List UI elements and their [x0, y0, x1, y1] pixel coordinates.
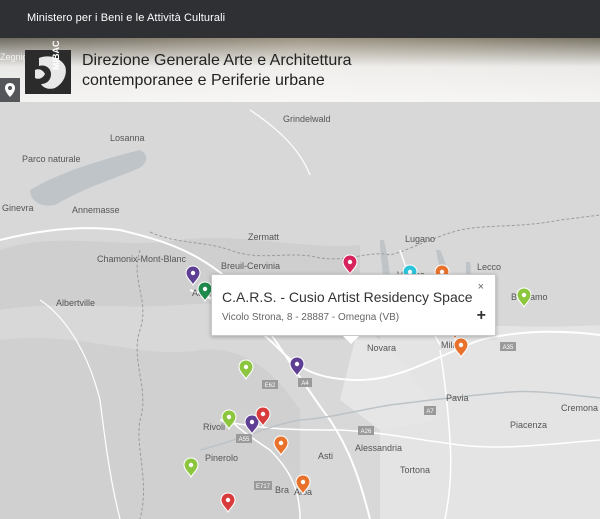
page-title-line2: contemporanee e Periferie urbane: [82, 72, 325, 89]
popup-address: Vicolo Strona, 8 - 28887 - Omegna (VB): [222, 312, 400, 323]
place-label: Piacenza: [510, 420, 547, 430]
map-pin-icon: [5, 83, 15, 97]
place-label: Pinerolo: [205, 453, 238, 463]
map-marker-dot: [300, 479, 306, 485]
place-label: Asti: [318, 451, 333, 461]
page-title-line1: Direzione Generale Arte e Architettura: [82, 52, 352, 69]
road-shield-a35: A35: [500, 342, 516, 351]
map-marker-dot: [188, 462, 194, 468]
place-label: Grindelwald: [283, 114, 331, 124]
expand-plus-icon[interactable]: +: [477, 307, 486, 325]
logo-emblem-icon: [25, 50, 71, 94]
place-label: Breuil-Cervinia: [221, 261, 280, 271]
place-label: Losanna: [110, 133, 145, 143]
svg-text:A7: A7: [426, 409, 434, 415]
map-marker-dot: [243, 364, 249, 370]
map-marker-dot: [190, 270, 196, 276]
svg-text:E62: E62: [265, 383, 276, 389]
place-label: Zermatt: [248, 232, 280, 242]
location-toggle-button[interactable]: [0, 78, 20, 102]
map-marker-dot: [278, 440, 284, 446]
place-label: Ginevra: [2, 203, 34, 213]
place-label: Cremona: [561, 403, 598, 413]
map-marker-dot: [225, 497, 231, 503]
place-label: Annemasse: [72, 205, 120, 215]
place-label: Tortona: [400, 465, 430, 475]
svg-text:A55: A55: [239, 437, 250, 443]
site-banner: Zegnig MIBAC Direzione Generale Arte e A…: [0, 38, 600, 102]
close-icon[interactable]: ×: [478, 281, 484, 293]
place-label: Novara: [367, 343, 396, 353]
svg-text:A35: A35: [503, 345, 514, 351]
map-marker-dot: [260, 411, 266, 417]
map-marker-dot: [347, 259, 353, 265]
map-marker-dot: [226, 414, 232, 420]
place-label: Lugano: [405, 234, 435, 244]
svg-text:A26: A26: [361, 429, 372, 435]
road-shield-a7: A7: [424, 406, 436, 415]
svg-text:A4: A4: [301, 381, 309, 387]
map-marker-dot: [202, 286, 208, 292]
banner-edge-word: Zegnig: [0, 52, 28, 62]
place-label: Interlaken: [250, 102, 290, 103]
svg-text:E717: E717: [256, 484, 271, 490]
map-marker-dot: [458, 342, 464, 348]
banner-background: [0, 38, 600, 102]
road-shield-e717: E717: [254, 481, 272, 490]
map-marker-dot: [521, 292, 527, 298]
popup-title[interactable]: C.A.R.S. - Cusio Artist Residency Space: [222, 289, 473, 305]
place-label: Parco naturale: [22, 154, 81, 164]
location-popup[interactable]: C.A.R.S. - Cusio Artist Residency Space …: [211, 274, 496, 344]
road-shield-a26: A26: [358, 426, 374, 435]
place-label: Bra: [275, 485, 289, 495]
ministry-link[interactable]: Ministero per i Beni e le Attività Cultu…: [27, 12, 225, 24]
map-marker-dot: [294, 361, 300, 367]
road-shield-a4: A4: [298, 378, 312, 387]
place-label: Lecco: [477, 262, 501, 272]
map-marker-dot: [249, 419, 255, 425]
place-label: Albertville: [56, 298, 95, 308]
top-bar: Ministero per i Beni e le Attività Cultu…: [0, 0, 600, 38]
place-label: Alessandria: [355, 443, 402, 453]
logo-text: MIBAC: [51, 40, 61, 71]
place-label: Chamonix-Mont-Blanc: [97, 254, 187, 264]
road-shield-e62: E62: [262, 380, 278, 389]
road-shield-a55: A55: [236, 434, 252, 443]
map-canvas[interactable]: A4 A26 A35 A7 A55 E62 E717 Losanna Grinde…: [0, 102, 600, 519]
popup-pointer: [343, 336, 359, 344]
place-label: Rivoli: [203, 422, 225, 432]
place-label: Pavia: [446, 393, 469, 403]
mibac-logo[interactable]: MIBAC: [25, 41, 71, 94]
